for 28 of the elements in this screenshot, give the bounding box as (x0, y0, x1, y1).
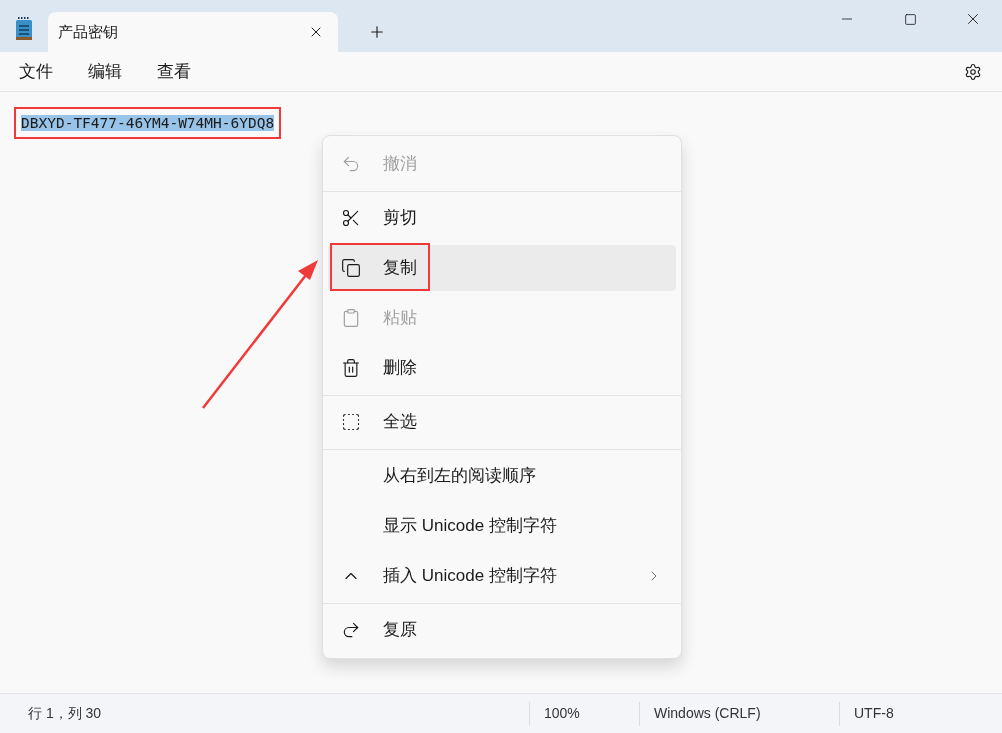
menu-item[interactable]: 全选 (328, 399, 676, 445)
scissors-icon (341, 208, 361, 228)
menu-item[interactable]: 剪切 (328, 195, 676, 241)
clipboard-icon (341, 308, 361, 328)
settings-icon[interactable] (964, 62, 982, 81)
notepad-icon (14, 17, 34, 41)
status-text: 行 1，列 30 (28, 704, 102, 723)
status-text: UTF-8 (854, 704, 894, 723)
redo-icon (341, 620, 361, 640)
menu-item[interactable]: 插入 Unicode 控制字符 (328, 553, 676, 599)
menu-item[interactable]: 删除 (328, 345, 676, 391)
new-tab-icon[interactable] (368, 23, 386, 41)
menu-item[interactable]: 从右到左的阅读顺序 (328, 453, 676, 499)
menu-item[interactable]: 编辑 (75, 58, 135, 85)
status-text: 100% (544, 704, 580, 723)
trash-icon (341, 358, 361, 378)
menu-item[interactable]: 显示 Unicode 控制字符 (328, 503, 676, 549)
menu-item[interactable]: 查看 (144, 58, 204, 85)
status-text: Windows (CRLF) (654, 704, 761, 723)
menu-item[interactable]: 复制 (328, 245, 676, 291)
product-key-text: DBXYD-TF477-46YM4-W74MH-6YDQ8 (21, 115, 275, 131)
menu-item[interactable]: 文件 (6, 58, 66, 85)
undo-icon (341, 154, 361, 174)
maximize-icon[interactable] (903, 12, 917, 26)
menu-item[interactable]: 复原 (328, 607, 676, 653)
document-tab[interactable]: 产品密钥 (48, 12, 338, 52)
copy-icon (341, 258, 361, 278)
dashed-square-icon (341, 412, 361, 432)
